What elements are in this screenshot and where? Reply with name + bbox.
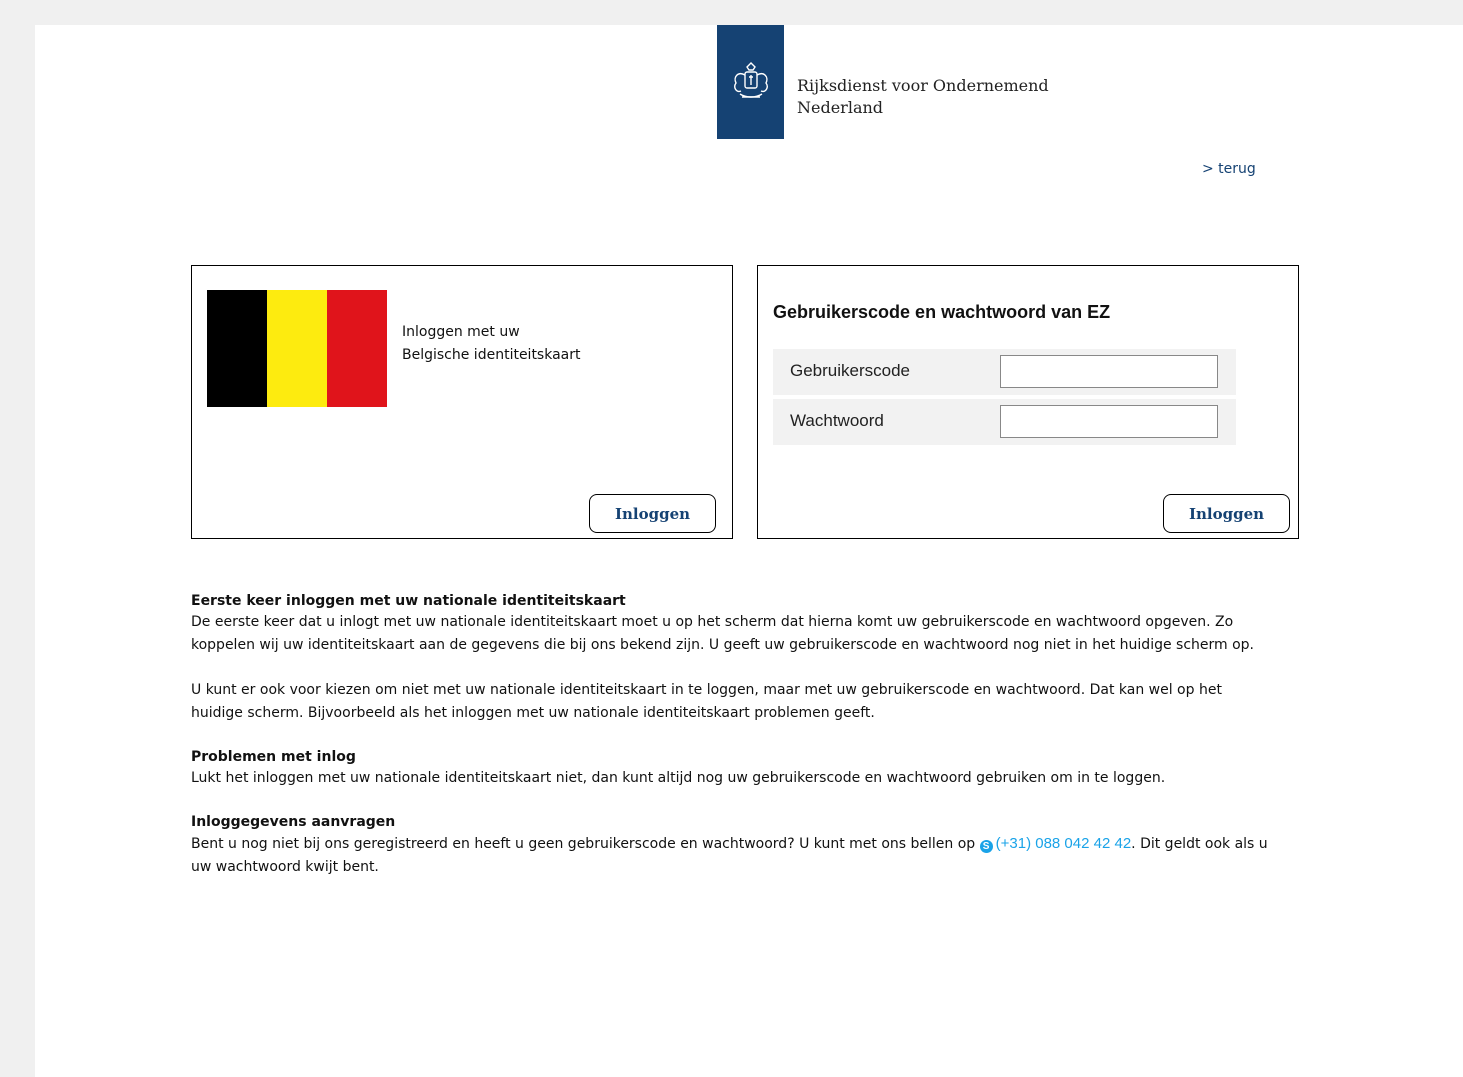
page-container: Rijksdienst voor Ondernemend Nederland >… <box>35 25 1463 1077</box>
credentials-panel-title: Gebruikerscode en wachtwoord van EZ <box>773 302 1111 322</box>
skype-icon: S <box>979 840 993 853</box>
organization-name-line2: Nederland <box>797 98 884 117</box>
eid-text-line1: Inloggen met uw <box>402 324 520 340</box>
info-section: Eerste keer inloggen met uw nationale id… <box>191 591 1271 901</box>
phone-link[interactable]: S (+31) 088 042 42 42 <box>979 835 1132 853</box>
request-credentials-text: Bent u nog niet bij ons geregistreerd en… <box>191 832 1271 879</box>
username-input[interactable] <box>1000 355 1218 388</box>
password-input[interactable] <box>1000 405 1218 438</box>
credentials-login-panel: Gebruikerscode en wachtwoord van EZ Gebr… <box>757 265 1299 539</box>
flag-stripe-yellow <box>267 290 327 407</box>
first-login-text: De eerste keer dat u inlogt met uw natio… <box>191 614 1255 653</box>
back-link[interactable]: > terug <box>1202 161 1256 177</box>
eid-text-line2: Belgische identiteitskaart <box>402 347 581 363</box>
browser-top-strip <box>0 0 1463 25</box>
belgian-flag-icon <box>207 290 387 407</box>
page-left-margin <box>0 25 35 1077</box>
organization-name: Rijksdienst voor Ondernemend Nederland <box>797 75 1049 119</box>
username-row: Gebruikerscode <box>773 349 1236 395</box>
login-problems-text: Lukt het inloggen met uw nationale ident… <box>191 770 1166 786</box>
eid-login-description: Inloggen met uw Belgische identiteitskaa… <box>402 321 581 367</box>
request-text-before: Bent u nog niet bij ons geregistreerd en… <box>191 836 980 852</box>
username-label: Gebruikerscode <box>790 361 911 380</box>
credentials-login-button[interactable]: Inloggen <box>1163 494 1290 533</box>
coat-of-arms-icon <box>733 62 768 98</box>
password-label: Wachtwoord <box>790 411 884 430</box>
first-login-heading: Eerste keer inloggen met uw nationale id… <box>191 593 626 609</box>
eid-login-panel: Inloggen met uw Belgische identiteitskaa… <box>191 265 733 539</box>
password-row: Wachtwoord <box>773 399 1236 445</box>
phone-number: (+31) 088 042 42 42 <box>995 835 1132 852</box>
rijkswapen-icon <box>717 25 784 139</box>
flag-stripe-red <box>327 290 387 407</box>
request-credentials-heading: Inloggegevens aanvragen <box>191 814 396 830</box>
flag-stripe-black <box>207 290 267 407</box>
eid-login-button[interactable]: Inloggen <box>589 494 716 533</box>
alternative-login-text: U kunt er ook voor kiezen om niet met uw… <box>191 682 1222 721</box>
organization-name-line1: Rijksdienst voor Ondernemend <box>797 76 1049 95</box>
login-problems-heading: Problemen met inlog <box>191 749 356 765</box>
